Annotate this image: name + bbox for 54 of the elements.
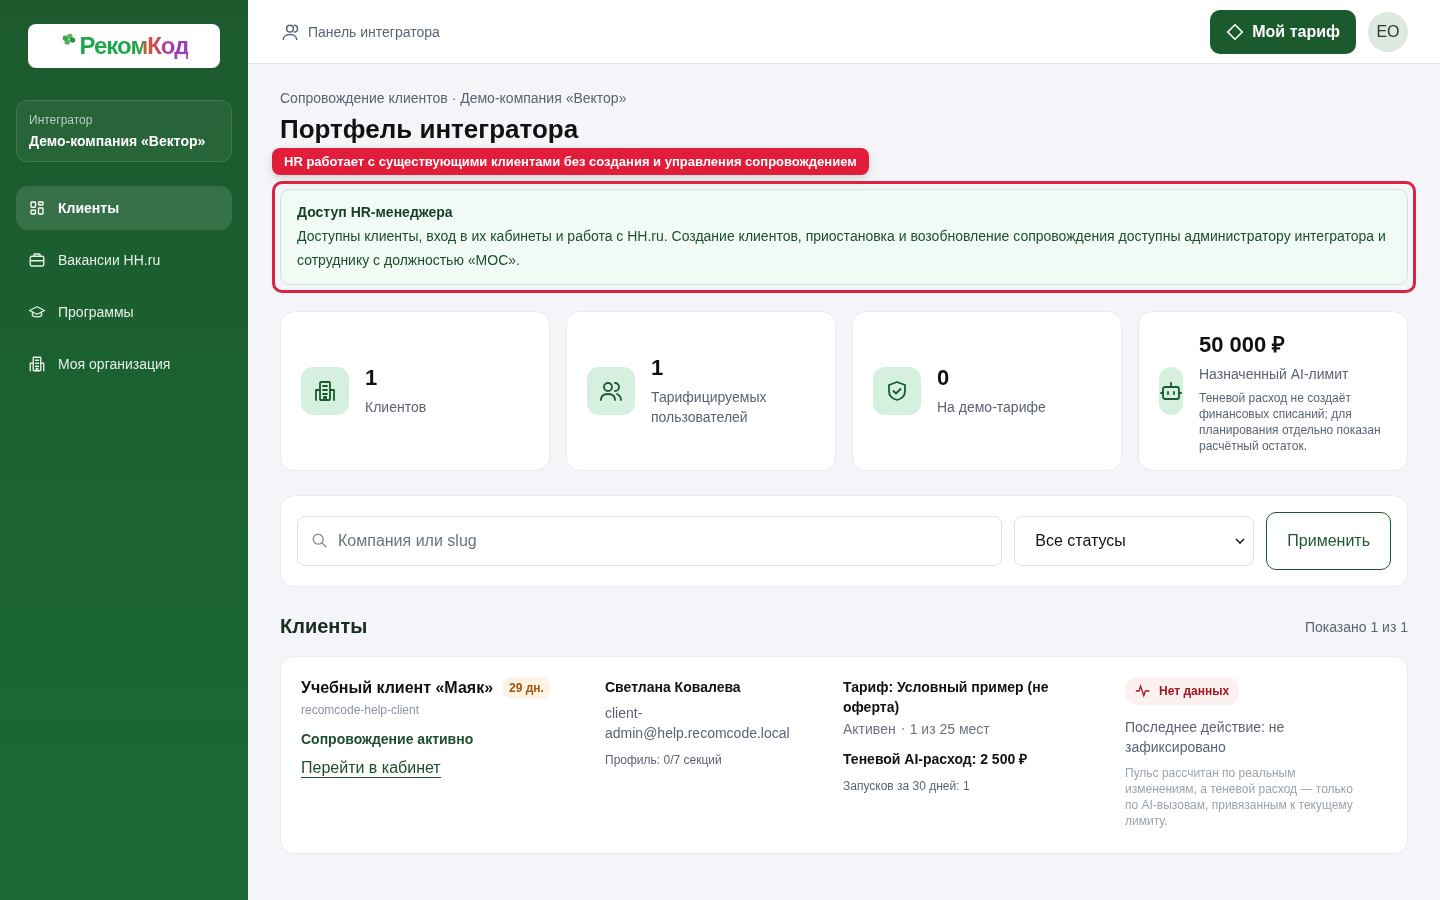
search-field[interactable]: Компания или slug [297,516,1003,566]
nav-item[interactable]: Моя организация [16,342,232,386]
users-icon [599,379,623,403]
stat-value: 0 [937,365,951,391]
plan-button[interactable]: Мой тариф [1210,9,1356,54]
client-name: Учебный клиент «Маяк» [301,679,494,697]
stat-label: На демо-тарифе [937,398,1046,417]
stat-label: Тарифицируемых пользователей [651,388,768,427]
nav-item[interactable]: Программы [16,290,232,334]
status-select[interactable]: Все статусы [1014,516,1255,566]
client-slug: recomcode-help-client [301,703,420,717]
contact-email: client-admin@help.recomcode.local [605,704,791,743]
stat-value: 1 [651,355,665,381]
notice-title: Доступ HR-менеджера [297,204,454,220]
pulse-note: Пульс рассчитан по реальным изменениям, а теневой расход — только по AI-вызовам, привязанным к текущему лимиту. [1125,765,1354,829]
building-icon [313,379,337,403]
contact-name: Светлана Ковалева [605,678,741,697]
chevron-down-icon [1235,538,1246,544]
seats-text: 1 из 25 мест [909,721,990,737]
page-title: Портфель интегратора [280,114,580,144]
stat-label: Клиентов [365,398,427,417]
robot-icon [1159,379,1183,403]
runs-count: Запусков за 30 дней: 1 [843,779,970,793]
notice-text: Доступны клиенты, вход в их кабинеты и работа с HH.ru. Создание клиентов, приостановка и возобновление сопровождения доступны администратору интегратора и сотруднику с должностью «МОС». [297,227,1387,270]
stat-value: 50 000 ₽ [1199,331,1287,358]
nav-item[interactable]: Клиенты [16,186,232,230]
stat-value: 1 [365,365,379,391]
briefcase-icon [28,251,46,269]
result-count: Показано 1 из 1 [1304,618,1408,635]
cabinet-link[interactable]: Перейти в кабинет [301,759,441,778]
org-name: Демо-компания «Вектор» [29,133,207,149]
section-title: Клиенты [280,615,368,638]
apply-button[interactable]: Применить [1266,512,1391,570]
nav-item[interactable]: Вакансии HH.ru [16,238,232,282]
diamond-icon [1226,22,1245,41]
pulse-icon [1135,683,1151,699]
avatar[interactable]: ЕО [1368,11,1408,52]
stat-note: Теневой расход не создаёт финансовых списаний; для планирования отдельно показан расчётный остаток. [1199,390,1382,454]
status-text: Сопровождение активно [301,731,474,747]
profile-sections-text: Профиль: 0/7 секций [605,753,722,767]
building-icon [28,355,46,373]
tariff-name: Тариф: Условный пример (не оферта) [843,678,1050,717]
days-badge: 29 дн. [503,677,550,699]
annotation-badge: HR работает с существующими клиентами без создания и управления сопровождением [272,148,869,175]
stat-label: Назначенный AI-лимит [1199,365,1350,384]
last-action: Последнее действие: не зафиксировано [1125,718,1286,757]
grid-icon [28,199,46,217]
org-label: Интегратор [29,113,94,127]
shield-check-icon [885,379,909,403]
pulse-badge: Нет данных [1125,677,1240,705]
tariff-status: Активен [843,721,896,737]
panel-title: Панель интегратора [308,23,440,40]
breadcrumb: Сопровождение клиентов · Демо-компания «Вектор» [280,90,628,106]
shadow-spend: Теневой AI-расход: 2 500 ₽ [843,750,1028,769]
